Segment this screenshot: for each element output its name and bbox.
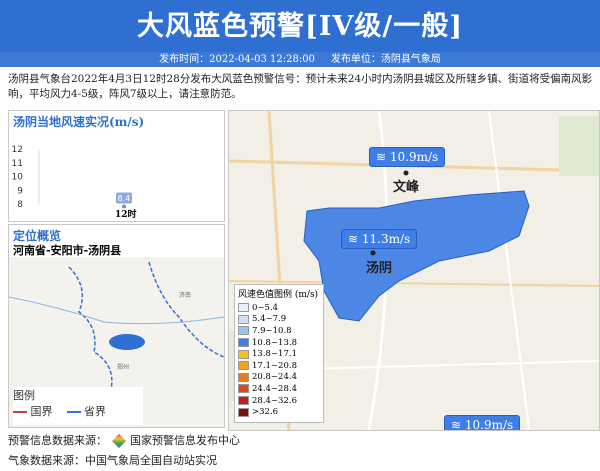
legend-label: 0~5.4 bbox=[252, 302, 279, 313]
wind-label-wenfeng: ≋ 10.9m/s bbox=[369, 147, 446, 167]
legend-swatch bbox=[238, 349, 249, 359]
legend-row: 0~5.4 bbox=[235, 302, 323, 314]
legend-row: 20.8~24.4 bbox=[235, 372, 323, 384]
source-logo-icon bbox=[111, 433, 126, 449]
legend-row: 24.4~28.4 bbox=[235, 383, 323, 395]
legend-label: 10.8~13.8 bbox=[252, 337, 297, 348]
legend-label: 28.4~32.6 bbox=[252, 395, 297, 406]
wind-icon: ≋ bbox=[376, 150, 387, 164]
warning-source: 预警信息数据来源： 国家预警信息发布中心 bbox=[8, 433, 240, 449]
location-panel: 定位概览 河南省-安阳市-汤阴县 郑州 济南 图例 国界 省界 bbox=[8, 224, 225, 428]
legend-swatch bbox=[238, 361, 249, 371]
legend-row: 10.8~13.8 bbox=[235, 337, 323, 349]
wind-label-south: ≋ 10.9m/s bbox=[444, 415, 521, 431]
legend-row: 17.1~20.8 bbox=[235, 360, 323, 372]
wind-speed-panel: 汤阴当地风速实况(m/s) 12 11 10 9 8 8.4 12时 bbox=[8, 110, 225, 222]
legend-label: 24.4~28.4 bbox=[252, 383, 297, 394]
y-tick-label: 10 bbox=[12, 173, 24, 183]
legend-title: 图例 bbox=[13, 389, 35, 402]
warning-area bbox=[303, 190, 530, 322]
legend-swatch bbox=[238, 303, 249, 313]
legend-swatch bbox=[238, 407, 249, 417]
wind-chart: 12 11 10 9 8 8.4 bbox=[12, 145, 132, 210]
legend-label: 7.9~10.8 bbox=[252, 325, 292, 336]
legend-swatch bbox=[238, 396, 249, 406]
legend-swatch bbox=[238, 314, 249, 324]
y-tick-label: 11 bbox=[12, 159, 23, 169]
city-tangyin: 汤阴 bbox=[366, 261, 393, 276]
wind-icon: ≋ bbox=[451, 418, 462, 431]
warning-title: 大风蓝色预警[IV级/一般] bbox=[137, 11, 463, 42]
legend-country-border: 国界 bbox=[13, 403, 53, 419]
highlight-area bbox=[109, 334, 145, 350]
park bbox=[559, 116, 599, 176]
legend-row: 7.9~10.8 bbox=[235, 325, 323, 337]
warning-source-name: 国家预警信息发布中心 bbox=[130, 434, 240, 447]
overview-legend: 图例 国界 省界 bbox=[13, 387, 143, 425]
city-dot bbox=[370, 250, 376, 256]
legend-swatch bbox=[238, 338, 249, 348]
road bbox=[488, 111, 530, 430]
svg-text:济南: 济南 bbox=[179, 291, 191, 299]
data-label: 8.4 bbox=[118, 194, 131, 203]
publisher: 发布单位：汤阴县气象局 bbox=[330, 54, 441, 65]
legend-swatch bbox=[238, 384, 249, 394]
y-tick-label: 9 bbox=[17, 186, 23, 196]
publish-time: 发布时间：2022-04-03 12:28:00 bbox=[159, 54, 315, 65]
legend-swatch bbox=[238, 372, 249, 382]
city-dot bbox=[403, 170, 409, 176]
wind-label-tangyin: ≋ 11.3m/s bbox=[341, 229, 418, 249]
header-banner: 大风蓝色预警[IV级/一般] bbox=[0, 0, 600, 52]
region-name: 河南省-安阳市-汤阴县 bbox=[13, 244, 122, 257]
legend-row: 5.4~7.9 bbox=[235, 314, 323, 326]
wind-color-legend: 风速色值图例 (m/s) 0~5.4 5.4~7.9 7.9~10.8 10.8~13… bbox=[234, 284, 324, 423]
legend-header: 风速色值图例 (m/s) bbox=[238, 290, 319, 300]
legend-province-border: 省界 bbox=[66, 403, 106, 419]
warning-description: 汤阴县气象台2022年4月3日12时28分发布大风蓝色预警信号：预计未来24小时… bbox=[8, 73, 593, 100]
y-tick-label: 8 bbox=[17, 200, 23, 210]
legend-row: 13.8~17.1 bbox=[235, 348, 323, 360]
y-tick-label: 12 bbox=[12, 145, 23, 155]
legend-row: >32.6 bbox=[235, 406, 323, 418]
legend-label: >32.6 bbox=[252, 407, 279, 418]
legend-label: 5.4~7.9 bbox=[252, 314, 287, 325]
meta-bar: 发布时间：2022-04-03 12:28:00 发布单位：汤阴县气象局 bbox=[0, 52, 600, 67]
legend-row: 28.4~32.6 bbox=[235, 395, 323, 407]
city-wenfeng: 文峰 bbox=[393, 180, 420, 195]
legend-label: 13.8~17.1 bbox=[252, 349, 297, 360]
wind-icon: ≋ bbox=[348, 232, 359, 246]
svg-text:郑州: 郑州 bbox=[117, 363, 129, 371]
weather-source: 气象数据来源：中国气象局全国自动站实况 bbox=[8, 454, 217, 467]
x-tick-12h: 12时 bbox=[115, 210, 137, 220]
legend-label: 20.8~24.4 bbox=[252, 372, 297, 383]
legend-swatch bbox=[238, 326, 249, 336]
legend-label: 17.1~20.8 bbox=[252, 360, 297, 371]
